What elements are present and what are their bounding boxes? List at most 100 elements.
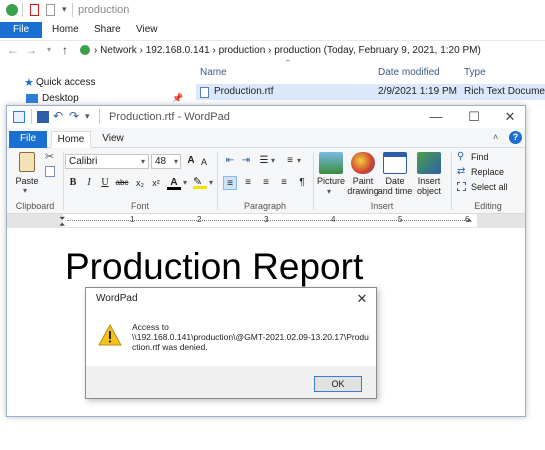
breadcrumb-share[interactable]: production	[219, 45, 266, 56]
file-row[interactable]: Production.rtf 2/9/2021 1:19 PM Rich Tex…	[196, 84, 545, 100]
explorer-tab-home[interactable]: Home	[52, 22, 79, 38]
picture-dropdown-icon[interactable]: ▾	[327, 187, 331, 196]
explorer-tab-share[interactable]: Share	[94, 22, 121, 38]
paste-button[interactable]: Paste	[11, 176, 43, 186]
group-label-editing: Editing	[474, 201, 502, 211]
font-size-select[interactable]: 48 ▾	[151, 154, 181, 169]
recent-locations-icon[interactable]: ▾	[42, 43, 56, 57]
ruler-number: 4	[331, 215, 336, 224]
find-icon[interactable]: ⚲	[457, 151, 464, 162]
insert-object-icon[interactable]	[417, 152, 441, 174]
text-color-button[interactable]: A	[167, 176, 181, 190]
breadcrumb-network[interactable]: Network	[100, 45, 137, 56]
group-label-insert: Insert	[370, 201, 394, 211]
shrink-font-icon[interactable]: A	[198, 155, 210, 169]
wordpad-tab-view[interactable]: View	[95, 131, 131, 148]
paragraph-settings-icon[interactable]: ¶	[295, 176, 309, 190]
breadcrumb-separator: ›	[94, 45, 98, 56]
wordpad-titlebar: ↶ ↷ ▾ Production.rtf - WordPad — ☐ ✕	[7, 106, 525, 128]
explorer-titlebar: ▾ production	[0, 0, 545, 22]
chevron-down-icon[interactable]: ▾	[271, 156, 275, 165]
quick-access-toolbar-icon[interactable]	[6, 4, 18, 16]
column-header-name[interactable]: Name	[200, 66, 227, 80]
column-header-type[interactable]: Type	[464, 66, 486, 80]
group-label-font: Font	[130, 201, 149, 211]
superscript-button[interactable]: x²	[149, 176, 163, 190]
picture-icon[interactable]	[319, 152, 343, 174]
find-button[interactable]: Find	[471, 152, 489, 162]
line-spacing-icon[interactable]: ≡	[283, 154, 297, 168]
paste-dropdown-icon[interactable]: ▾	[23, 186, 27, 195]
strikethrough-button[interactable]: abc	[115, 176, 129, 190]
breadcrumb-snapshot[interactable]: production (Today, February 9, 2021, 1:2…	[274, 45, 481, 56]
column-header-date-modified[interactable]: Date modified	[378, 66, 440, 80]
wordpad-app-icon[interactable]	[13, 111, 25, 123]
ruler-margin-right	[477, 214, 525, 227]
ok-button[interactable]: OK	[314, 376, 362, 392]
select-all-button[interactable]: Select all	[471, 182, 508, 192]
align-left-button[interactable]: ≡	[223, 176, 237, 190]
wordpad-tab-home[interactable]: Home	[51, 131, 91, 148]
font-family-select[interactable]: Calibri ▾	[65, 154, 149, 169]
address-bar[interactable]: › Network › 192.168.0.141 › production ›…	[94, 43, 481, 59]
back-arrow-icon[interactable]: ←	[6, 43, 20, 57]
save-icon[interactable]	[37, 111, 49, 123]
bold-button[interactable]: B	[67, 176, 79, 190]
minimize-button[interactable]: —	[421, 108, 451, 126]
chevron-down-icon[interactable]: ▾	[183, 178, 187, 187]
decrease-indent-icon[interactable]: ⇤	[223, 154, 237, 168]
replace-icon[interactable]: ⇄	[457, 166, 465, 177]
calendar-icon[interactable]	[383, 152, 407, 174]
underline-button[interactable]: U	[99, 176, 111, 190]
new-folder-icon[interactable]	[46, 4, 55, 16]
date-and-time-button[interactable]: Date and time	[377, 176, 413, 196]
right-indent-marker-icon[interactable]: ⏶	[466, 216, 472, 226]
explorer-tab-view[interactable]: View	[136, 22, 158, 38]
group-separator	[63, 152, 64, 210]
undo-icon[interactable]: ↶	[53, 109, 63, 123]
copy-icon[interactable]	[45, 166, 55, 177]
paste-icon[interactable]	[19, 152, 35, 172]
subscript-button[interactable]: x₂	[133, 176, 147, 190]
rtf-file-icon	[200, 87, 209, 98]
align-center-button[interactable]: ≡	[241, 176, 255, 190]
dialog-close-button[interactable]: ✕	[354, 291, 370, 307]
ruler-number: 5	[398, 215, 403, 224]
dialog-message-line: ction.rtf was denied.	[132, 342, 208, 352]
ruler[interactable]: ⏷ ⏶ 1 2 3 4 5 6 ⏶	[7, 214, 525, 229]
close-button[interactable]: ✕	[495, 108, 525, 126]
file-date-modified: 2/9/2021 1:19 PM	[378, 86, 457, 97]
insert-object-button[interactable]: Insert object	[411, 176, 447, 196]
file-type: Rich Text Docume	[464, 86, 545, 97]
help-icon[interactable]: ?	[509, 131, 522, 144]
explorer-title: production	[78, 4, 130, 16]
chevron-down-icon[interactable]: ▾	[297, 156, 301, 165]
wordpad-tab-file[interactable]: File	[9, 131, 47, 148]
align-right-button[interactable]: ≡	[259, 176, 273, 190]
properties-icon[interactable]	[30, 4, 39, 16]
nav-item-desktop[interactable]: Desktop	[42, 93, 79, 104]
star-icon: ★	[24, 77, 34, 89]
up-arrow-icon[interactable]: ↑	[58, 43, 72, 57]
maximize-button[interactable]: ☐	[459, 108, 489, 126]
grow-font-icon[interactable]: A	[185, 154, 197, 168]
customize-toolbar-icon[interactable]: ▾	[85, 111, 90, 122]
paint-palette-icon[interactable]	[351, 152, 375, 174]
chevron-down-icon[interactable]: ▾	[209, 178, 213, 187]
nav-item-quick-access[interactable]: Quick access	[36, 77, 95, 88]
increase-indent-icon[interactable]: ⇥	[239, 154, 253, 168]
explorer-tab-file[interactable]: File	[0, 22, 42, 38]
customize-toolbar-icon[interactable]: ▾	[62, 4, 67, 15]
collapse-ribbon-icon[interactable]: ˄	[493, 132, 498, 142]
replace-button[interactable]: Replace	[471, 167, 504, 177]
wordpad-title: Production.rtf - WordPad	[109, 111, 230, 123]
highlighter-icon[interactable]: ✎	[193, 175, 207, 189]
list-icon[interactable]: ☰	[257, 154, 271, 168]
select-all-icon[interactable]	[457, 182, 466, 191]
italic-button[interactable]: I	[83, 176, 95, 190]
forward-arrow-icon[interactable]: →	[24, 43, 38, 57]
cut-icon[interactable]: ✂	[45, 150, 54, 163]
breadcrumb-host[interactable]: 192.168.0.141	[146, 45, 210, 56]
justify-button[interactable]: ≡	[277, 176, 291, 190]
redo-icon[interactable]: ↷	[69, 109, 79, 123]
